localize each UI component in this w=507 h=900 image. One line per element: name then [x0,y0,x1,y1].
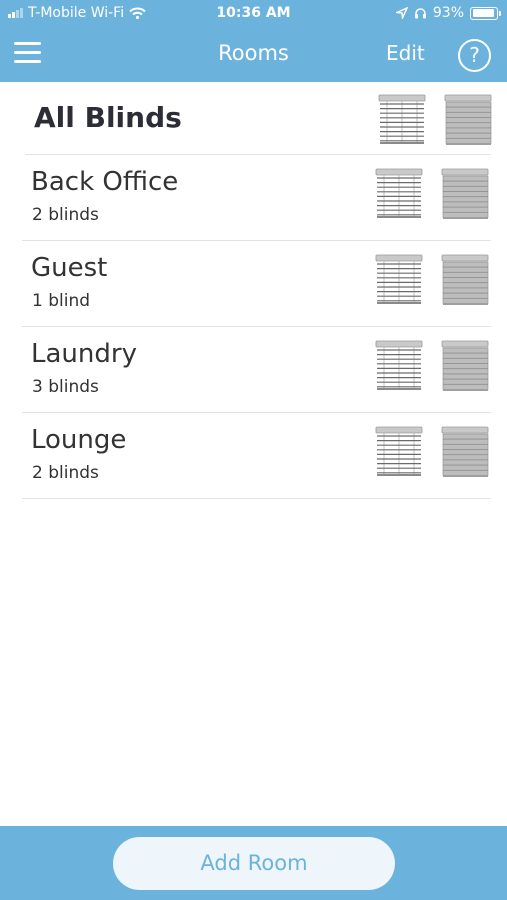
edit-button[interactable]: Edit [386,41,425,65]
headphones-icon [414,8,426,19]
room-list: All Blinds Back Office 2 blinds Guest 1 blin… [0,82,507,499]
room-row[interactable]: Laundry 3 blinds [22,327,491,413]
blind-count: 2 blinds [32,205,99,225]
blinds-open-icon[interactable] [374,253,424,305]
status-bar: T-Mobile Wi-Fi 10:36 AM 93% [0,0,507,28]
blind-count: 3 blinds [32,377,99,397]
battery-percent: 93% [432,5,464,21]
room-name: Guest [31,253,108,283]
blinds-open-icon[interactable] [374,167,424,219]
blinds-closed-icon[interactable] [440,167,490,219]
blind-count: 2 blinds [32,463,99,483]
room-name: All Blinds [34,101,182,134]
room-name: Lounge [31,425,127,455]
blinds-closed-icon[interactable] [440,253,490,305]
room-name: Laundry [31,339,137,369]
footer-bar: Add Room [0,826,507,900]
battery-icon [470,6,501,20]
room-name: Back Office [31,167,179,197]
blinds-open-icon[interactable] [374,425,424,477]
room-row[interactable]: Guest 1 blind [22,241,491,327]
room-row[interactable]: Back Office 2 blinds [22,155,491,241]
blinds-open-icon[interactable] [374,339,424,391]
page-title: Rooms [218,41,289,65]
help-button[interactable]: ? [458,39,491,72]
blinds-closed-icon[interactable] [440,339,490,391]
all-blinds-row[interactable]: All Blinds [25,82,493,155]
blind-count: 1 blind [32,291,91,311]
blinds-open-icon[interactable] [377,93,427,145]
navigation-bar: Rooms Edit ? [0,28,507,82]
top-bar: T-Mobile Wi-Fi 10:36 AM 93% Rooms Edit ? [0,0,507,82]
room-row[interactable]: Lounge 2 blinds [22,413,491,499]
add-room-button[interactable]: Add Room [113,837,395,890]
blinds-closed-icon[interactable] [443,93,493,145]
blinds-closed-icon[interactable] [440,425,490,477]
location-icon [395,7,408,19]
